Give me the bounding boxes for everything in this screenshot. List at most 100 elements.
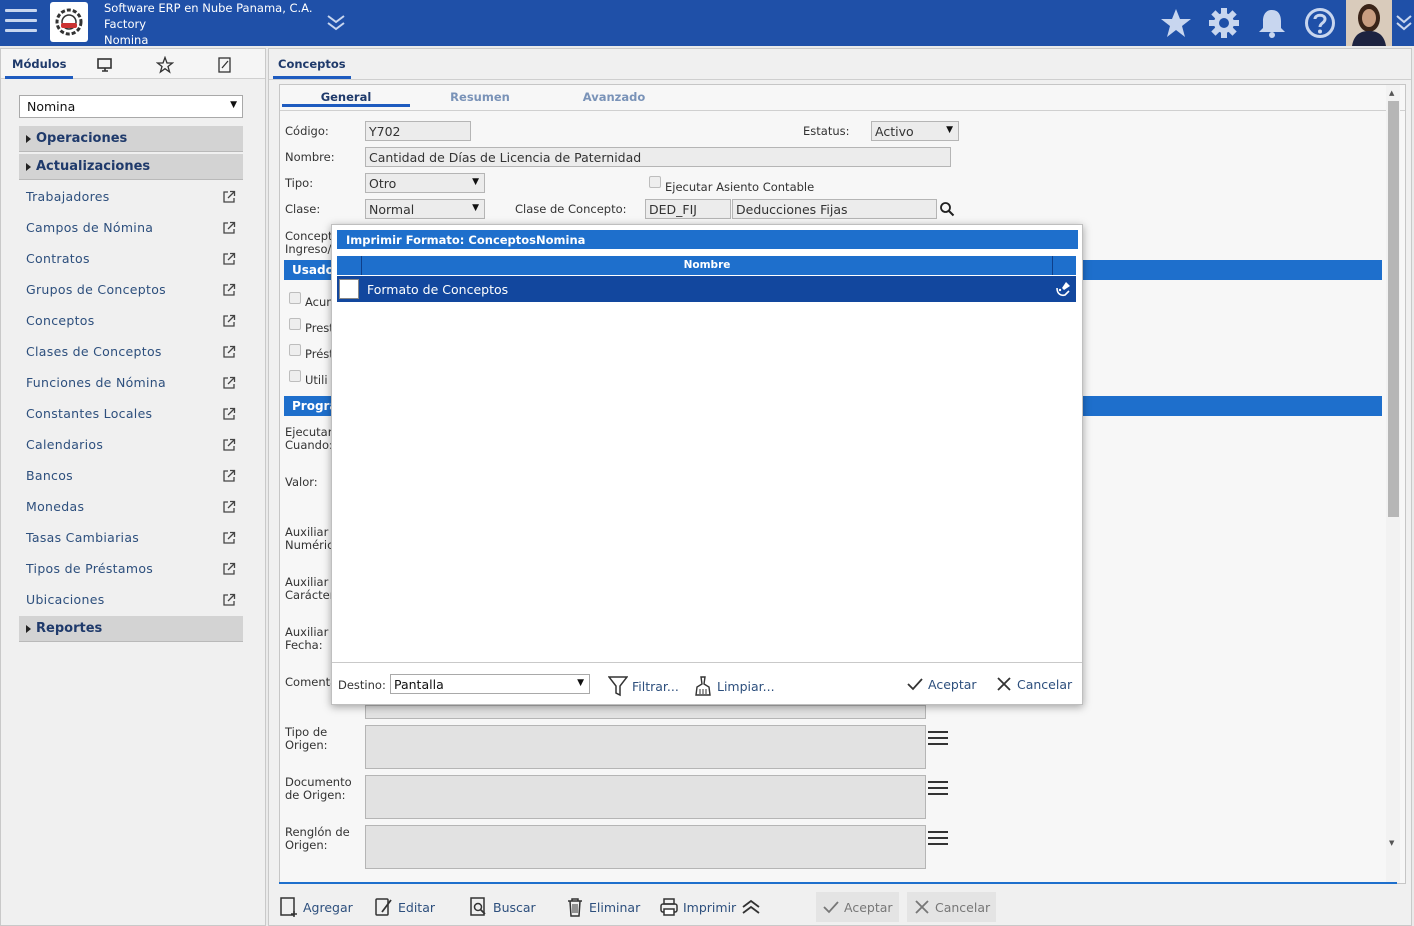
limpiar-button[interactable]: Limpiar...	[693, 675, 775, 697]
sidebar-item-label: Funciones de Nómina	[26, 375, 166, 390]
sidebar-item[interactable]: Clases de Conceptos	[19, 337, 243, 368]
utili-checkbox[interactable]	[289, 370, 301, 382]
estatus-select[interactable]: Activo ▼	[871, 121, 959, 141]
sidebar-item[interactable]: Tipos de Préstamos	[19, 554, 243, 585]
nombre-field[interactable]: Cantidad de Días de Licencia de Paternid…	[365, 147, 951, 167]
external-link-icon[interactable]	[222, 252, 236, 266]
external-link-icon[interactable]	[222, 593, 236, 607]
settings-gear-icon[interactable]	[1208, 7, 1240, 39]
ejecutar-asiento-checkbox[interactable]	[649, 176, 661, 188]
module-select[interactable]: Nomina ▼	[19, 95, 243, 118]
favorites-star-outline-icon[interactable]	[155, 55, 175, 74]
tab-conceptos[interactable]: Conceptos	[273, 49, 351, 79]
tipo-origen-textarea[interactable]	[365, 725, 926, 769]
buscar-button[interactable]: Buscar	[469, 892, 536, 922]
chevron-up-double-icon[interactable]	[740, 897, 762, 917]
subtab-resumen[interactable]: Resumen	[416, 87, 544, 107]
filtrar-button[interactable]: Filtrar...	[608, 675, 679, 697]
sidebar-item[interactable]: Contratos	[19, 244, 243, 275]
edit-brush-icon[interactable]	[1053, 279, 1073, 299]
clase-concepto-code-field[interactable]: DED_FIJ	[645, 199, 731, 219]
destino-select[interactable]: Pantalla ▼	[390, 674, 590, 694]
search-magnifier-icon[interactable]	[939, 201, 955, 217]
sidebar-item-label: Tipos de Préstamos	[26, 561, 154, 576]
tipo-origen-menu-icon[interactable]	[928, 731, 948, 745]
sidebar-item[interactable]: Grupos de Conceptos	[19, 275, 243, 306]
sidebar-item-label: Calendarios	[26, 437, 104, 452]
scrollbar-thumb[interactable]	[1388, 101, 1399, 517]
monitor-icon[interactable]	[96, 56, 114, 74]
user-avatar[interactable]	[1346, 0, 1392, 46]
row-checkbox[interactable]	[339, 279, 359, 299]
ejecutar-asiento-label: Ejecutar Asiento Contable	[665, 180, 815, 194]
eliminar-label: Eliminar	[589, 899, 641, 915]
external-link-icon[interactable]	[222, 221, 236, 235]
hamburger-menu-icon[interactable]	[5, 9, 37, 35]
table-row[interactable]: Formato de Conceptos	[337, 276, 1076, 302]
editar-button[interactable]: Editar	[374, 892, 435, 922]
notifications-bell-icon[interactable]	[1256, 7, 1288, 39]
prestamo-checkbox[interactable]	[289, 344, 301, 356]
section-actualizaciones[interactable]: Actualizaciones	[19, 154, 243, 180]
aceptar-button[interactable]: Aceptar	[816, 892, 899, 922]
comentario-textarea[interactable]	[365, 705, 926, 719]
sidebar-item-label: Contratos	[26, 251, 90, 266]
document-edit-icon[interactable]	[216, 56, 234, 74]
external-link-icon[interactable]	[222, 562, 236, 576]
sidebar-item[interactable]: Trabajadores	[19, 182, 243, 213]
section-reportes[interactable]: Reportes	[19, 616, 243, 642]
external-link-icon[interactable]	[222, 314, 236, 328]
sidebar-item[interactable]: Conceptos	[19, 306, 243, 337]
company-chevron-down-icon[interactable]	[325, 10, 347, 34]
clase-value: Normal	[369, 202, 415, 217]
renglon-origen-menu-icon[interactable]	[928, 831, 948, 845]
favorites-star-icon[interactable]	[1160, 7, 1192, 39]
external-link-icon[interactable]	[222, 190, 236, 204]
dialog-cancelar-button[interactable]: Cancelar	[995, 675, 1072, 693]
cancelar-button[interactable]: Cancelar	[907, 892, 997, 922]
external-link-icon[interactable]	[222, 376, 236, 390]
agregar-button[interactable]: Agregar	[279, 892, 353, 922]
estatus-value: Activo	[875, 124, 914, 139]
user-chevron-down-icon[interactable]	[1394, 10, 1414, 34]
section-operaciones[interactable]: Operaciones	[19, 126, 243, 152]
sidebar-item[interactable]: Funciones de Nómina	[19, 368, 243, 399]
dialog-aceptar-button[interactable]: Aceptar	[906, 675, 977, 693]
acum-checkbox[interactable]	[289, 292, 301, 304]
clear-broom-icon	[695, 676, 711, 696]
renglon-origen-textarea[interactable]	[365, 825, 926, 869]
module-name: Nomina	[104, 33, 149, 47]
external-link-icon[interactable]	[222, 469, 236, 483]
sidebar-item[interactable]: Calendarios	[19, 430, 243, 461]
external-link-icon[interactable]	[222, 283, 236, 297]
codigo-field[interactable]: Y702	[365, 121, 471, 141]
help-question-icon[interactable]	[1304, 7, 1336, 39]
sidebar-item[interactable]: Campos de Nómina	[19, 213, 243, 244]
form-scrollbar[interactable]: ▲ ▼	[1386, 85, 1400, 883]
nombre-column-header[interactable]: Nombre	[362, 259, 1052, 271]
tab-divider	[269, 79, 1411, 80]
tipo-select[interactable]: Otro ▼	[365, 173, 485, 193]
external-link-icon[interactable]	[222, 407, 236, 421]
external-link-icon[interactable]	[222, 438, 236, 452]
scroll-down-arrow-icon[interactable]: ▼	[1389, 839, 1394, 847]
external-link-icon[interactable]	[222, 500, 236, 514]
clase-select[interactable]: Normal ▼	[365, 199, 485, 219]
eliminar-button[interactable]: Eliminar	[565, 892, 640, 922]
tab-modules[interactable]: Módulos	[5, 49, 74, 79]
documento-origen-textarea[interactable]	[365, 775, 926, 819]
subtab-general[interactable]: General	[282, 87, 410, 107]
subtab-avanzado[interactable]: Avanzado	[550, 87, 678, 107]
sidebar-item[interactable]: Ubicaciones	[19, 585, 243, 616]
sidebar-item[interactable]: Monedas	[19, 492, 243, 523]
documento-origen-menu-icon[interactable]	[928, 781, 948, 795]
aceptar-label: Aceptar	[844, 899, 893, 915]
imprimir-button[interactable]: Imprimir	[659, 892, 762, 922]
sidebar-item[interactable]: Bancos	[19, 461, 243, 492]
external-link-icon[interactable]	[222, 531, 236, 545]
prest-checkbox[interactable]	[289, 318, 301, 330]
sidebar-item[interactable]: Tasas Cambiarias	[19, 523, 243, 554]
sidebar-item[interactable]: Constantes Locales	[19, 399, 243, 430]
external-link-icon[interactable]	[222, 345, 236, 359]
scroll-up-arrow-icon[interactable]: ▲	[1389, 89, 1394, 97]
